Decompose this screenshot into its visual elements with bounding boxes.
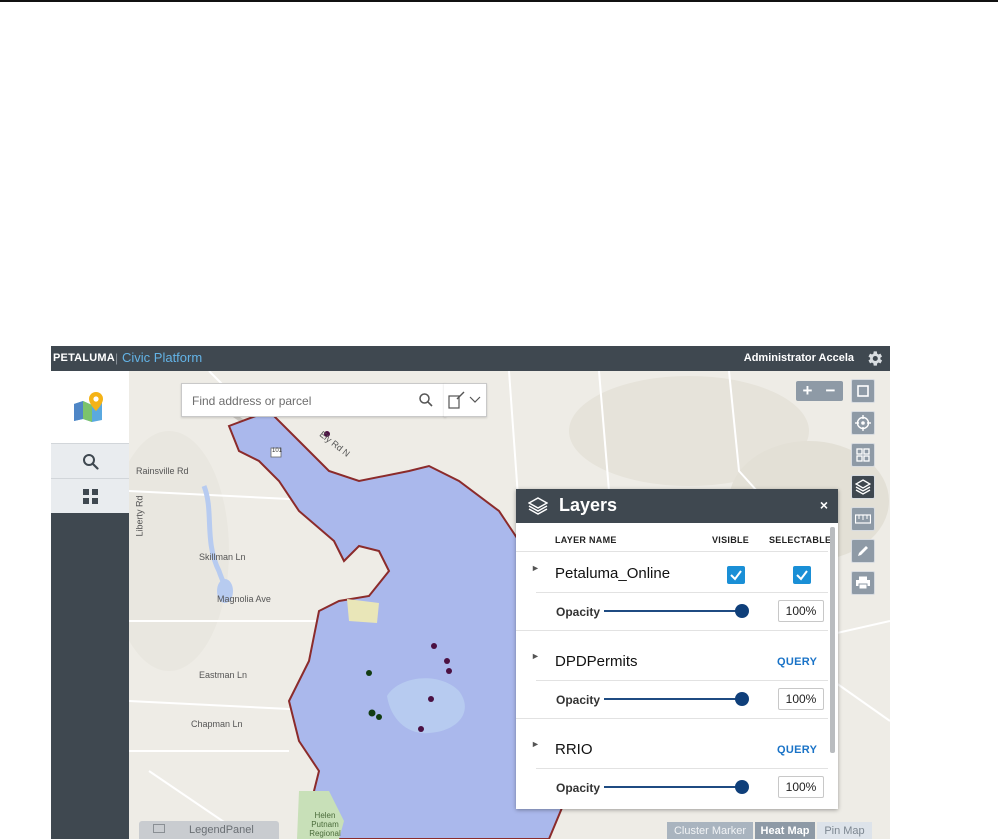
layers-icon	[528, 497, 548, 515]
opacity-slider-track[interactable]	[604, 786, 738, 788]
map-label: Eastman Ln	[199, 670, 248, 680]
sidebar-item-map-app[interactable]	[51, 371, 129, 443]
pencil-icon	[858, 546, 868, 556]
map-label: 101	[272, 448, 283, 454]
locate-button[interactable]	[851, 411, 875, 435]
cluster-marker-button[interactable]: Cluster Marker	[667, 822, 753, 839]
visible-checkbox[interactable]	[727, 566, 745, 584]
map-label: Chapman Ln	[191, 719, 243, 729]
grid-icon	[82, 488, 98, 504]
top-border-line	[0, 0, 998, 2]
opacity-label: Opacity	[556, 781, 601, 795]
sidebar-item-search[interactable]	[51, 443, 129, 478]
map-label: Liberty Rd	[134, 495, 145, 537]
edit-button[interactable]	[851, 539, 875, 563]
address-search-box	[181, 383, 446, 417]
column-header-layer-name: LAYER NAME	[555, 535, 617, 545]
crosshair-icon	[855, 415, 871, 431]
print-button[interactable]	[851, 571, 875, 595]
divider	[536, 680, 828, 681]
column-header-visible: VISIBLE	[712, 535, 750, 545]
check-icon	[796, 570, 808, 581]
layer-name: RRIO	[555, 741, 593, 758]
legend-icon	[153, 824, 165, 833]
column-header-selectable: SELECTABLE	[769, 535, 832, 545]
sidebar-item-apps[interactable]	[51, 478, 129, 513]
opacity-slider-handle[interactable]	[735, 780, 749, 794]
map-label: Rainsville Rd	[136, 466, 189, 476]
map-label: Magnolia Ave	[217, 594, 271, 604]
opacity-slider-track[interactable]	[604, 610, 738, 612]
user-name[interactable]: Administrator Accela	[744, 352, 854, 364]
fullscreen-icon	[857, 385, 869, 397]
layers-panel: Layers × LAYER NAME VISIBLE SELECTABLE ►…	[516, 489, 838, 809]
query-link[interactable]: QUERY	[777, 656, 817, 668]
zoom-out-button[interactable]: −	[819, 381, 842, 401]
divider	[536, 768, 828, 769]
layer-name: DPDPermits	[555, 653, 638, 670]
draw-tool-dropdown[interactable]	[444, 383, 487, 417]
opacity-value[interactable]: 100%	[778, 600, 824, 622]
layer-name: Petaluma_Online	[555, 565, 671, 582]
opacity-value[interactable]: 100%	[778, 776, 824, 798]
civic-platform-app: PETALUMA | Civic Platform Administrator …	[51, 346, 890, 839]
zoom-control: + −	[796, 381, 843, 401]
opacity-label: Opacity	[556, 605, 601, 619]
layers-icon	[855, 479, 871, 495]
expand-arrow-icon[interactable]: ►	[531, 739, 540, 749]
search-icon	[82, 453, 99, 470]
app-header: PETALUMA | Civic Platform Administrator …	[51, 346, 890, 371]
legend-panel-tab[interactable]: LegendPanel	[139, 821, 279, 839]
opacity-slider-handle[interactable]	[735, 692, 749, 706]
pin-map-button[interactable]: Pin Map	[817, 822, 872, 839]
opacity-slider-track[interactable]	[604, 698, 738, 700]
brand-logo-text[interactable]: PETALUMA	[53, 352, 115, 364]
brand-separator: |	[115, 351, 119, 365]
basemap-button[interactable]	[851, 443, 875, 467]
basemap-grid-icon	[856, 448, 870, 462]
layers-scrollbar[interactable]	[830, 527, 835, 753]
layers-panel-title: Layers	[559, 495, 618, 515]
left-sidebar	[51, 371, 129, 839]
ruler-icon	[855, 514, 871, 524]
query-link[interactable]: QUERY	[777, 744, 817, 756]
map-label: Helen Putnam Regional Park	[309, 811, 341, 839]
search-icon[interactable]	[418, 392, 434, 408]
draw-shape-icon	[448, 391, 481, 409]
layers-panel-header: Layers ×	[516, 489, 838, 523]
close-icon[interactable]: ×	[820, 497, 828, 513]
map-canvas[interactable]: Ely Rd N Rainsville Rd Skillman Ln Magno…	[129, 371, 890, 839]
measure-button[interactable]	[851, 507, 875, 531]
printer-icon	[856, 576, 870, 590]
check-icon	[730, 570, 742, 581]
divider	[536, 592, 828, 593]
legend-label: LegendPanel	[189, 824, 254, 836]
divider	[516, 630, 828, 631]
opacity-slider-handle[interactable]	[735, 604, 749, 618]
selectable-checkbox[interactable]	[793, 566, 811, 584]
expand-arrow-icon[interactable]: ►	[531, 651, 540, 661]
platform-title[interactable]: Civic Platform	[122, 350, 202, 365]
divider	[516, 718, 828, 719]
heat-map-button[interactable]: Heat Map	[755, 822, 815, 839]
map-pin-icon	[74, 392, 103, 422]
zoom-in-button[interactable]: +	[796, 381, 819, 401]
gear-icon[interactable]	[865, 349, 884, 368]
divider	[516, 551, 828, 552]
opacity-value[interactable]: 100%	[778, 688, 824, 710]
map-label: Skillman Ln	[199, 552, 246, 562]
expand-arrow-icon[interactable]: ►	[531, 563, 540, 573]
layers-button[interactable]	[851, 475, 875, 499]
search-input[interactable]	[190, 391, 414, 411]
fullscreen-button[interactable]	[851, 379, 875, 403]
opacity-label: Opacity	[556, 693, 601, 707]
